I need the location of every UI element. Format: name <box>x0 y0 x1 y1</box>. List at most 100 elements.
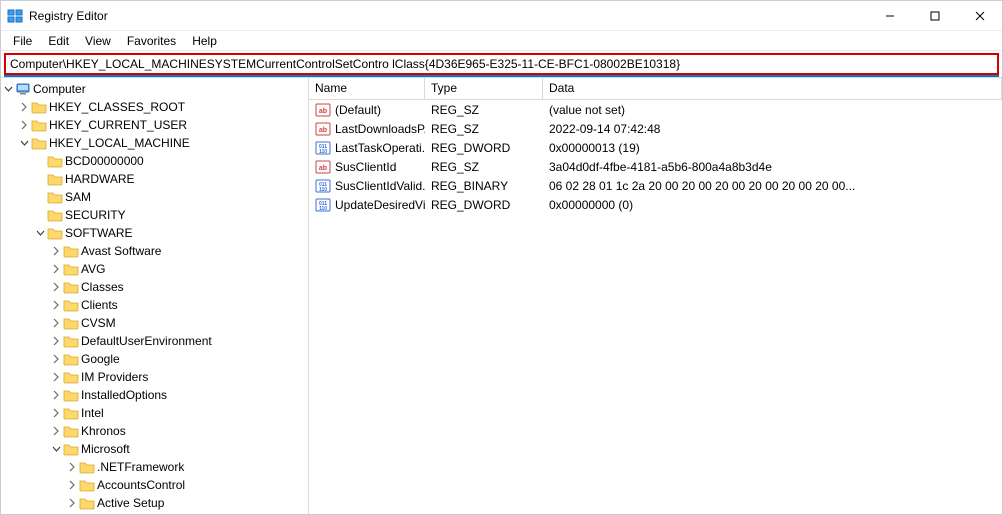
tree-node[interactable]: HKEY_CURRENT_USER <box>1 116 308 134</box>
chevron-right-icon[interactable] <box>49 424 63 438</box>
tree-node-label: Computer <box>31 82 86 96</box>
address-bar[interactable] <box>4 53 999 75</box>
chevron-down-icon[interactable] <box>17 136 31 150</box>
value-data: 06 02 28 01 1c 2a 20 00 20 00 20 00 20 0… <box>543 179 1002 193</box>
close-button[interactable] <box>957 1 1002 31</box>
chevron-right-icon[interactable] <box>49 388 63 402</box>
tree-node[interactable]: Microsoft <box>1 440 308 458</box>
tree-node[interactable]: CVSM <box>1 314 308 332</box>
address-input[interactable] <box>6 55 997 73</box>
chevron-right-icon[interactable] <box>17 100 31 114</box>
tree-node-label: InstalledOptions <box>79 388 167 402</box>
menu-help[interactable]: Help <box>184 32 225 50</box>
chevron-right-icon[interactable] <box>49 244 63 258</box>
tree-node[interactable]: Google <box>1 350 308 368</box>
folder-icon <box>63 369 79 385</box>
tree-node[interactable]: DefaultUserEnvironment <box>1 332 308 350</box>
value-data: 0x00000000 (0) <box>543 198 1002 212</box>
value-row[interactable]: SusClientIdREG_SZ3a04d0df-4fbe-4181-a5b6… <box>309 157 1002 176</box>
tree-node[interactable]: Avast Software <box>1 242 308 260</box>
tree-node[interactable]: AVG <box>1 260 308 278</box>
chevron-right-icon[interactable] <box>49 298 63 312</box>
col-header-name[interactable]: Name <box>309 78 425 99</box>
chevron-right-icon[interactable] <box>17 118 31 132</box>
tree-node[interactable]: Active Setup <box>1 494 308 512</box>
tree-node[interactable]: AccountsControl <box>1 476 308 494</box>
chevron-right-icon[interactable] <box>49 370 63 384</box>
folder-icon <box>63 243 79 259</box>
chevron-right-icon[interactable] <box>49 262 63 276</box>
chevron-down-icon[interactable] <box>1 82 15 96</box>
minimize-button[interactable] <box>867 1 912 31</box>
tree-node-label: Intel <box>79 406 104 420</box>
list-header: Name Type Data <box>309 78 1002 100</box>
value-data: (value not set) <box>543 103 1002 117</box>
tree-node[interactable]: HKEY_CLASSES_ROOT <box>1 98 308 116</box>
value-data: 2022-09-14 07:42:48 <box>543 122 1002 136</box>
tree-node[interactable]: Classes <box>1 278 308 296</box>
folder-icon <box>47 189 63 205</box>
tree-node[interactable]: HKEY_LOCAL_MACHINE <box>1 134 308 152</box>
value-type: REG_SZ <box>425 103 543 117</box>
tree-node-label: AccountsControl <box>95 478 185 492</box>
menu-favorites[interactable]: Favorites <box>119 32 184 50</box>
folder-icon <box>47 153 63 169</box>
tree-node-label: HKEY_CURRENT_USER <box>47 118 187 132</box>
close-icon <box>975 11 985 21</box>
chevron-down-icon[interactable] <box>33 226 47 240</box>
menu-edit[interactable]: Edit <box>40 32 77 50</box>
tree-node[interactable]: Computer <box>1 80 308 98</box>
tree-node-label: BCD00000000 <box>63 154 144 168</box>
tree-node[interactable]: SAM <box>1 188 308 206</box>
tree-node[interactable]: .NETFramework <box>1 458 308 476</box>
folder-icon <box>63 441 79 457</box>
chevron-right-icon[interactable] <box>65 460 79 474</box>
value-type: REG_BINARY <box>425 179 543 193</box>
chevron-down-icon[interactable] <box>49 442 63 456</box>
tree-node[interactable]: InstalledOptions <box>1 386 308 404</box>
chevron-right-icon[interactable] <box>65 496 79 510</box>
tree-node-label: IM Providers <box>79 370 148 384</box>
minimize-icon <box>885 11 895 21</box>
tree-node-label: AVG <box>79 262 105 276</box>
folder-icon <box>63 351 79 367</box>
tree-node[interactable]: IM Providers <box>1 368 308 386</box>
chevron-right-icon[interactable] <box>49 406 63 420</box>
tree-node-label: Khronos <box>79 424 126 438</box>
menu-view[interactable]: View <box>77 32 119 50</box>
value-row[interactable]: SusClientIdValid...REG_BINARY06 02 28 01… <box>309 176 1002 195</box>
tree-node[interactable]: Intel <box>1 404 308 422</box>
value-data: 3a04d0df-4fbe-4181-a5b6-800a4a8b3d4e <box>543 160 1002 174</box>
chevron-right-icon[interactable] <box>49 316 63 330</box>
value-row[interactable]: UpdateDesiredVi...REG_DWORD0x00000000 (0… <box>309 195 1002 214</box>
reg-binary-icon <box>315 140 331 156</box>
value-row[interactable]: (Default) REG_SZ(value not set) <box>309 100 1002 119</box>
expander-blank <box>33 172 47 186</box>
tree-pane[interactable]: Computer HKEY_CLASSES_ROOT HKEY_CURRENT_US… <box>1 78 309 514</box>
menu-file[interactable]: File <box>5 32 40 50</box>
chevron-right-icon[interactable] <box>49 352 63 366</box>
tree-node[interactable]: SECURITY <box>1 206 308 224</box>
value-type: REG_DWORD <box>425 198 543 212</box>
chevron-right-icon[interactable] <box>49 280 63 294</box>
col-header-type[interactable]: Type <box>425 78 543 99</box>
col-header-data[interactable]: Data <box>543 78 1002 99</box>
value-name: SusClientIdValid... <box>335 179 425 193</box>
tree-node[interactable]: Clients <box>1 296 308 314</box>
value-row[interactable]: LastTaskOperati...REG_DWORD0x00000013 (1… <box>309 138 1002 157</box>
value-row[interactable]: LastDownloadsP...REG_SZ2022-09-14 07:42:… <box>309 119 1002 138</box>
tree-node[interactable]: SOFTWARE <box>1 224 308 242</box>
tree-node-label: SAM <box>63 190 91 204</box>
folder-icon <box>79 459 95 475</box>
maximize-icon <box>930 11 940 21</box>
value-name: (Default) <box>335 103 381 117</box>
chevron-right-icon[interactable] <box>65 478 79 492</box>
tree-node[interactable]: HARDWARE <box>1 170 308 188</box>
tree-node-label: HKEY_CLASSES_ROOT <box>47 100 185 114</box>
reg-string-icon <box>315 102 331 118</box>
tree-node[interactable]: Khronos <box>1 422 308 440</box>
tree-node[interactable]: BCD00000000 <box>1 152 308 170</box>
folder-icon <box>31 135 47 151</box>
maximize-button[interactable] <box>912 1 957 31</box>
chevron-right-icon[interactable] <box>49 334 63 348</box>
